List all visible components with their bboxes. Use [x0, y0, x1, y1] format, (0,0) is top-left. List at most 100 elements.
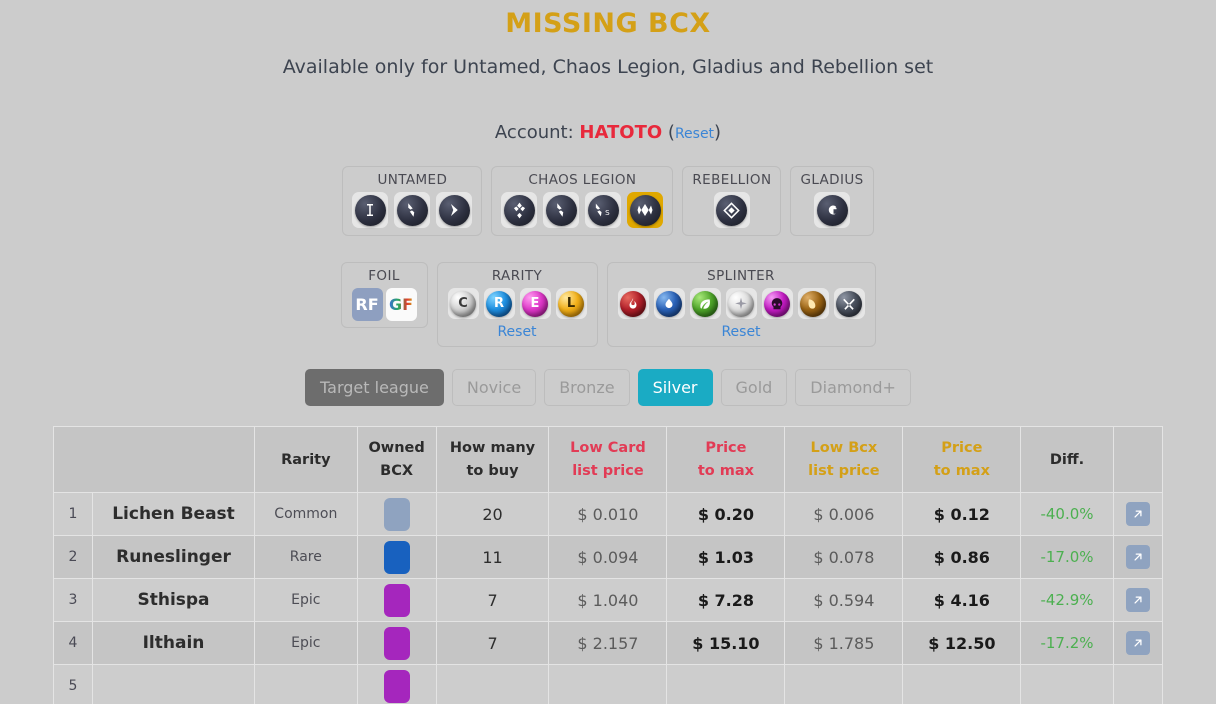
splinter-life-button[interactable]	[725, 288, 757, 320]
page-subtitle: Available only for Untamed, Chaos Legion…	[282, 56, 934, 79]
table-row: 2 Runeslinger Rare 11 $ 0.094 $ 1.03 $ 0.078 $ …	[53, 535, 1164, 580]
open-external-link-button[interactable]	[1125, 588, 1150, 613]
open-external-link-button[interactable]	[1125, 545, 1150, 570]
set-selector: UNTAMED CHAOS LEGION S REBELLION GLADIUS	[0, 166, 1216, 237]
account-reset-link[interactable]: Reset	[675, 126, 714, 142]
splinter-water-button[interactable]	[653, 288, 685, 320]
dice-icon	[545, 194, 577, 226]
col-low-bcx-l1: Low Bcx	[810, 440, 878, 457]
rarity-filter: RARITY C R E L Reset	[436, 262, 598, 348]
splinter-label: SPLINTER	[707, 268, 775, 285]
table-row: 3 Sthispa Epic 7 $ 1.040 $ 7.28 $ 0.594 $ 4.16-…	[53, 578, 1164, 623]
gold-foil-button[interactable]: GF	[385, 288, 417, 322]
row-index: 4	[53, 621, 93, 666]
splinter-death-button[interactable]	[761, 288, 793, 320]
row-owned-bcx	[356, 578, 437, 623]
rarity-label: RARITY	[491, 268, 543, 285]
row-price-to-max-bcx: $ 0.12	[902, 492, 1022, 537]
row-link-cell	[1112, 492, 1164, 537]
rarity-legendary-button[interactable]: L	[555, 288, 587, 320]
set-icon-list	[800, 192, 863, 229]
row-diff: -42.9%	[1020, 578, 1114, 623]
gold-foil-label: GF	[388, 295, 414, 315]
col-low-card-l2: list price	[572, 462, 644, 479]
missing-bcx-table: Rarity Owned BCX How many to buy Low Car…	[52, 426, 1164, 704]
col-low-bcx-l2: list price	[808, 462, 880, 479]
svg-text:S: S	[606, 208, 611, 217]
row-low-card-list-price	[548, 664, 668, 704]
chevron-right-icon-button[interactable]	[436, 192, 473, 229]
riftwatchers-icon-button[interactable]	[627, 192, 664, 229]
row-low-bcx-list-price: $ 1.785	[784, 621, 904, 666]
col-low-bcx: Low Bcx list price	[784, 426, 904, 494]
rarity-options: C R E L	[447, 288, 587, 320]
league-diamond-button[interactable]: Diamond+	[795, 369, 911, 407]
chaos-legion-icon-button[interactable]	[501, 192, 538, 229]
chaos-legion-icon	[503, 194, 535, 226]
rarity-epic-button[interactable]: E	[519, 288, 551, 320]
table-header-row: Rarity Owned BCX How many to buy Low Car…	[52, 426, 1164, 494]
owned-bcx-badge	[383, 583, 410, 617]
filters-row: FOIL RF GF RARITY C R E L Reset SPLINTER	[0, 262, 1216, 348]
regular-foil-button[interactable]: RF	[351, 288, 383, 322]
table-row: 4 Ilthain Epic 7 $ 2.157 $ 15.10 $ 1.785 $ 12.5…	[53, 621, 1164, 666]
riftwatchers-icon	[629, 194, 661, 226]
dice-icon-button[interactable]	[394, 192, 431, 229]
missing-bcx-page: MISSING BCX Available only for Untamed, …	[0, 0, 1216, 704]
row-low-card-list-price: $ 0.094	[548, 535, 668, 580]
open-external-link-button[interactable]	[1125, 631, 1150, 656]
gladius-icon-button[interactable]	[814, 192, 851, 229]
account-line: Account: HATOTO (Reset)	[0, 122, 1216, 143]
row-index: 2	[53, 535, 93, 580]
table-row: 1 Lichen Beast Common 20 $ 0.010 $ 0.20 $ 0.00…	[53, 492, 1164, 537]
reset-paren-close: )	[714, 122, 722, 144]
rarity-rare-button[interactable]: R	[483, 288, 515, 320]
set-group-label: GLADIUS	[800, 172, 864, 189]
untamed-icon-button[interactable]	[352, 192, 389, 229]
row-price-to-max-card: $ 15.10	[666, 621, 786, 666]
account-name: HATOTO	[579, 122, 663, 144]
dice-soulbound-icon-button[interactable]: S	[585, 192, 622, 229]
row-index: 1	[53, 492, 93, 537]
splinter-fire-button[interactable]	[617, 288, 649, 320]
row-price-to-max-bcx	[902, 664, 1022, 704]
splinter-neutral-button[interactable]	[833, 288, 865, 320]
col-low-card-l1: Low Card	[570, 440, 646, 457]
foil-filter: FOIL RF GF	[340, 262, 428, 329]
set-icon-list: S	[501, 192, 664, 229]
external-link-icon	[1134, 553, 1142, 561]
row-index: 3	[53, 578, 93, 623]
row-price-to-max-card: $ 0.20	[666, 492, 786, 537]
dice-icon-button[interactable]	[543, 192, 580, 229]
league-bronze-button[interactable]: Bronze	[544, 369, 630, 407]
rarity-epic-icon: E	[522, 290, 548, 317]
row-owned-bcx	[356, 535, 437, 580]
splinter-dragon-button[interactable]	[797, 288, 829, 320]
rebellion-icon-button[interactable]	[713, 192, 750, 229]
open-external-link-button[interactable]	[1125, 502, 1150, 527]
row-how-many-to-buy	[435, 664, 550, 704]
row-card-name: Ilthain	[91, 621, 256, 666]
set-icon-list	[352, 192, 473, 229]
splinter-reset-link[interactable]: Reset	[721, 324, 760, 340]
rarity-reset-link[interactable]: Reset	[497, 324, 536, 340]
row-link-cell	[1112, 535, 1164, 580]
dice-soulbound-icon: S	[587, 194, 619, 226]
gladius-icon	[816, 194, 848, 226]
skull-icon	[764, 290, 790, 317]
owned-bcx-badge	[383, 669, 410, 703]
table-head: Rarity Owned BCX How many to buy Low Car…	[52, 426, 1164, 494]
league-gold-button[interactable]: Gold	[720, 369, 788, 407]
rarity-common-button[interactable]: C	[447, 288, 479, 320]
row-low-card-list-price: $ 1.040	[548, 578, 668, 623]
league-novice-button[interactable]: Novice	[451, 369, 537, 407]
splinter-reset-wrap: Reset	[618, 324, 865, 340]
row-link-cell	[1112, 578, 1164, 623]
table-row: 5	[53, 664, 1164, 704]
row-diff: -17.0%	[1020, 535, 1114, 580]
league-silver-button[interactable]: Silver	[637, 369, 713, 407]
splinter-earth-button[interactable]	[689, 288, 721, 320]
row-diff: -17.2%	[1020, 621, 1114, 666]
sun-icon	[728, 290, 754, 317]
target-league-selector: Target league Novice Bronze Silver Gold …	[0, 369, 1216, 407]
